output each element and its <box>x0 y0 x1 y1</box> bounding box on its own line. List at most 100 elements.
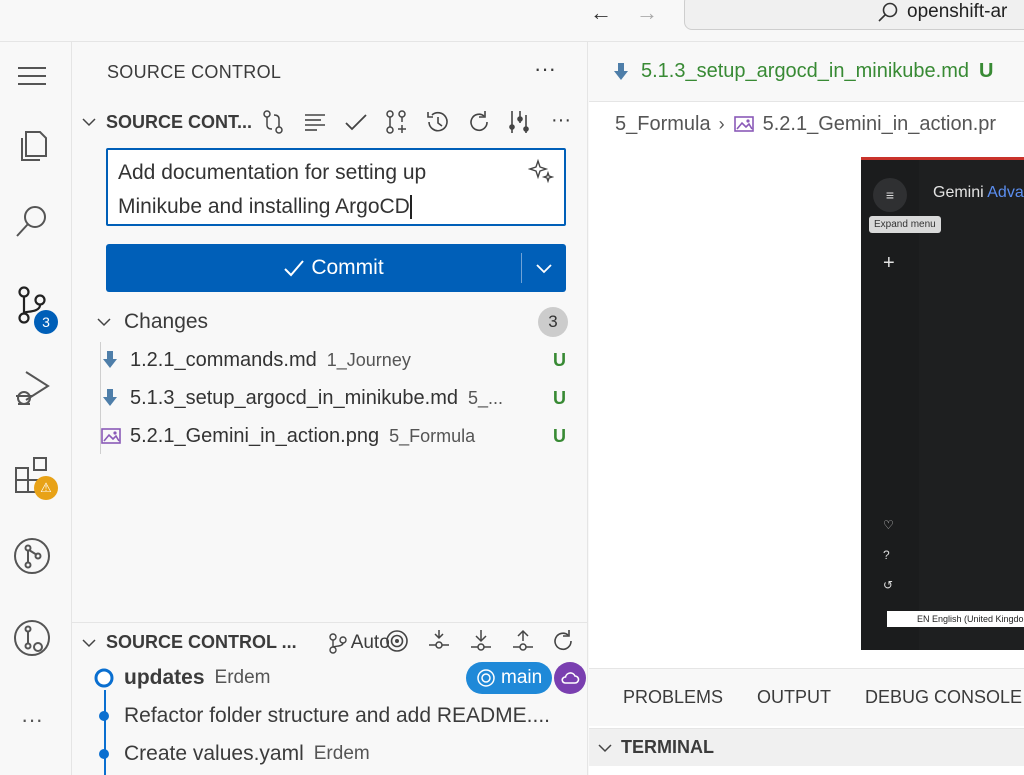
commit-node-icon <box>92 710 116 722</box>
tab-debug-console[interactable]: DEBUG CONSOLE <box>865 687 1022 708</box>
branch-label: main <box>501 667 543 688</box>
panel-tabs: PROBLEMS OUTPUT DEBUG CONSOLE <box>589 668 1024 726</box>
preview-tooltip: Expand menu <box>869 216 941 233</box>
graph-commit-row[interactable]: Refactor folder structure and add README… <box>92 697 572 735</box>
pull-icon[interactable] <box>466 626 496 656</box>
file-directory: 5_... <box>468 387 504 408</box>
terminal-body[interactable] <box>589 766 1024 775</box>
commit-node-icon <box>92 667 116 689</box>
commit-message-line-2: Minikube and installing ArgoCD <box>118 195 410 218</box>
preview-title-accent: Adva <box>987 184 1024 201</box>
refresh-icon[interactable] <box>464 107 494 137</box>
tab-problems[interactable]: PROBLEMS <box>623 687 723 708</box>
changed-file-row[interactable]: 1.2.1_commands.md 1_Journey U <box>100 342 570 378</box>
preview-title-main: Gemini <box>933 184 984 201</box>
changes-group-header[interactable]: Changes 3 <box>90 306 570 338</box>
back-arrow-icon[interactable]: ← <box>586 0 616 26</box>
forward-arrow-icon[interactable]: → <box>632 0 662 26</box>
chevron-down-icon <box>72 635 106 651</box>
commit-button[interactable]: Commit <box>106 244 566 292</box>
chevron-down-icon <box>598 743 612 752</box>
commit-node-icon <box>92 748 116 760</box>
graph-section-title: SOURCE CONTROL ... <box>106 632 297 652</box>
breadcrumb-folder[interactable]: 5_Formula <box>615 113 711 136</box>
git-graph-icon[interactable] <box>8 532 56 580</box>
menu-icon: ≡ <box>873 178 907 212</box>
scm-badge: 3 <box>34 310 58 334</box>
commit-author: Erdem <box>313 743 370 764</box>
target-icon <box>477 669 495 687</box>
file-directory: 5_Formula <box>389 425 476 446</box>
file-name: 5.1.3_setup_argocd_in_minikube.md <box>130 386 458 409</box>
commit-dropdown-button[interactable] <box>522 259 566 277</box>
chevron-down-icon <box>97 318 111 327</box>
warning-icon: ⚠ <box>34 476 58 500</box>
history-icon[interactable] <box>423 107 453 137</box>
search-icon <box>878 2 898 22</box>
source-control-sidebar: SOURCE CONTROL ··· SOURCE CONT... ··· Ad… <box>72 42 588 775</box>
editor-tab[interactable]: 5.1.3_setup_argocd_in_minikube.md U <box>589 42 1024 102</box>
check-icon[interactable] <box>341 107 371 137</box>
preview-sidebar <box>861 160 919 650</box>
branch-badge[interactable]: main <box>466 662 553 694</box>
changes-label: Changes <box>124 310 209 333</box>
file-name: 1.2.1_commands.md <box>130 348 317 371</box>
breadcrumb-file[interactable]: 5.2.1_Gemini_in_action.pr <box>763 113 996 136</box>
sparkle-icon[interactable] <box>527 158 555 195</box>
refresh-icon[interactable] <box>548 626 578 656</box>
markdown-down-arrow-icon <box>100 388 130 408</box>
remote-repositories-icon[interactable] <box>8 614 56 662</box>
image-icon <box>733 116 754 132</box>
title-bar: ← → openshift-ar <box>0 0 1024 42</box>
tab-status: U <box>979 60 994 82</box>
compare-changes-icon[interactable] <box>258 107 288 137</box>
commit-message: updates <box>124 666 205 689</box>
commit-button-label: Commit <box>311 256 384 279</box>
breadcrumb: 5_Formula › 5.2.1_Gemini_in_action.pr <box>589 104 996 144</box>
push-icon[interactable] <box>508 626 538 656</box>
terminal-label: TERMINAL <box>621 737 714 757</box>
view-as-list-icon[interactable] <box>300 107 330 137</box>
chevron-right-icon: › <box>718 113 725 134</box>
text-caret <box>409 195 412 220</box>
image-preview: ≡ Gemini Adva Expand menu + ♡ ? ↺ EN Eng… <box>861 157 1024 650</box>
changes-count-badge: 3 <box>538 307 568 337</box>
search-icon[interactable] <box>8 198 56 246</box>
commit-message: Refactor folder structure and add README… <box>124 704 551 727</box>
graph-commit-row[interactable]: updates Erdem main <box>92 659 586 697</box>
more-icon[interactable]: ··· <box>8 696 56 744</box>
file-status: U <box>553 425 566 446</box>
fetch-icon[interactable] <box>424 626 454 656</box>
file-status: U <box>553 349 566 370</box>
commit-message-input[interactable]: Add documentation for setting up Minikub… <box>106 148 566 226</box>
commit-message: Create values.yaml <box>124 742 304 765</box>
repo-section-title: SOURCE CONT... <box>106 111 253 132</box>
chevron-down-icon <box>536 264 552 274</box>
target-icon[interactable] <box>382 626 412 656</box>
file-directory: 1_Journey <box>326 349 411 370</box>
graph-commit-row[interactable]: Create values.yaml Erdem <box>92 735 572 773</box>
command-center-text: openshift-ar <box>907 1 1008 22</box>
run-debug-icon[interactable] <box>8 364 56 412</box>
branch-graph-icon[interactable] <box>504 107 534 137</box>
commit-author: Erdem <box>214 667 271 688</box>
tab-output[interactable]: OUTPUT <box>757 687 831 708</box>
preview-title: Gemini Adva <box>933 184 1024 202</box>
branch-icon <box>328 632 347 654</box>
menu-icon[interactable] <box>8 52 56 100</box>
preview-footer: EN English (United Kingdom <box>887 611 1024 627</box>
terminal-header[interactable]: TERMINAL <box>589 728 1024 766</box>
pull-request-icon[interactable] <box>382 107 412 137</box>
cloud-icon[interactable] <box>554 662 586 694</box>
changed-file-row[interactable]: 5.1.3_setup_argocd_in_minikube.md 5_... … <box>100 380 570 416</box>
explorer-icon[interactable] <box>8 120 56 168</box>
chevron-down-icon <box>72 114 106 130</box>
sidebar-more-icon[interactable]: ··· <box>534 56 556 82</box>
command-center-search[interactable]: openshift-ar <box>684 0 1024 30</box>
repo-more-icon[interactable]: ··· <box>546 105 576 135</box>
file-name: 5.2.1_Gemini_in_action.png <box>130 424 380 447</box>
editor-area: 5.1.3_setup_argocd_in_minikube.md U 5_Fo… <box>589 42 1024 775</box>
changed-file-row[interactable]: 5.2.1_Gemini_in_action.png 5_Formula U <box>100 418 570 454</box>
markdown-down-arrow-icon <box>100 350 130 370</box>
plus-icon: + <box>883 252 895 274</box>
